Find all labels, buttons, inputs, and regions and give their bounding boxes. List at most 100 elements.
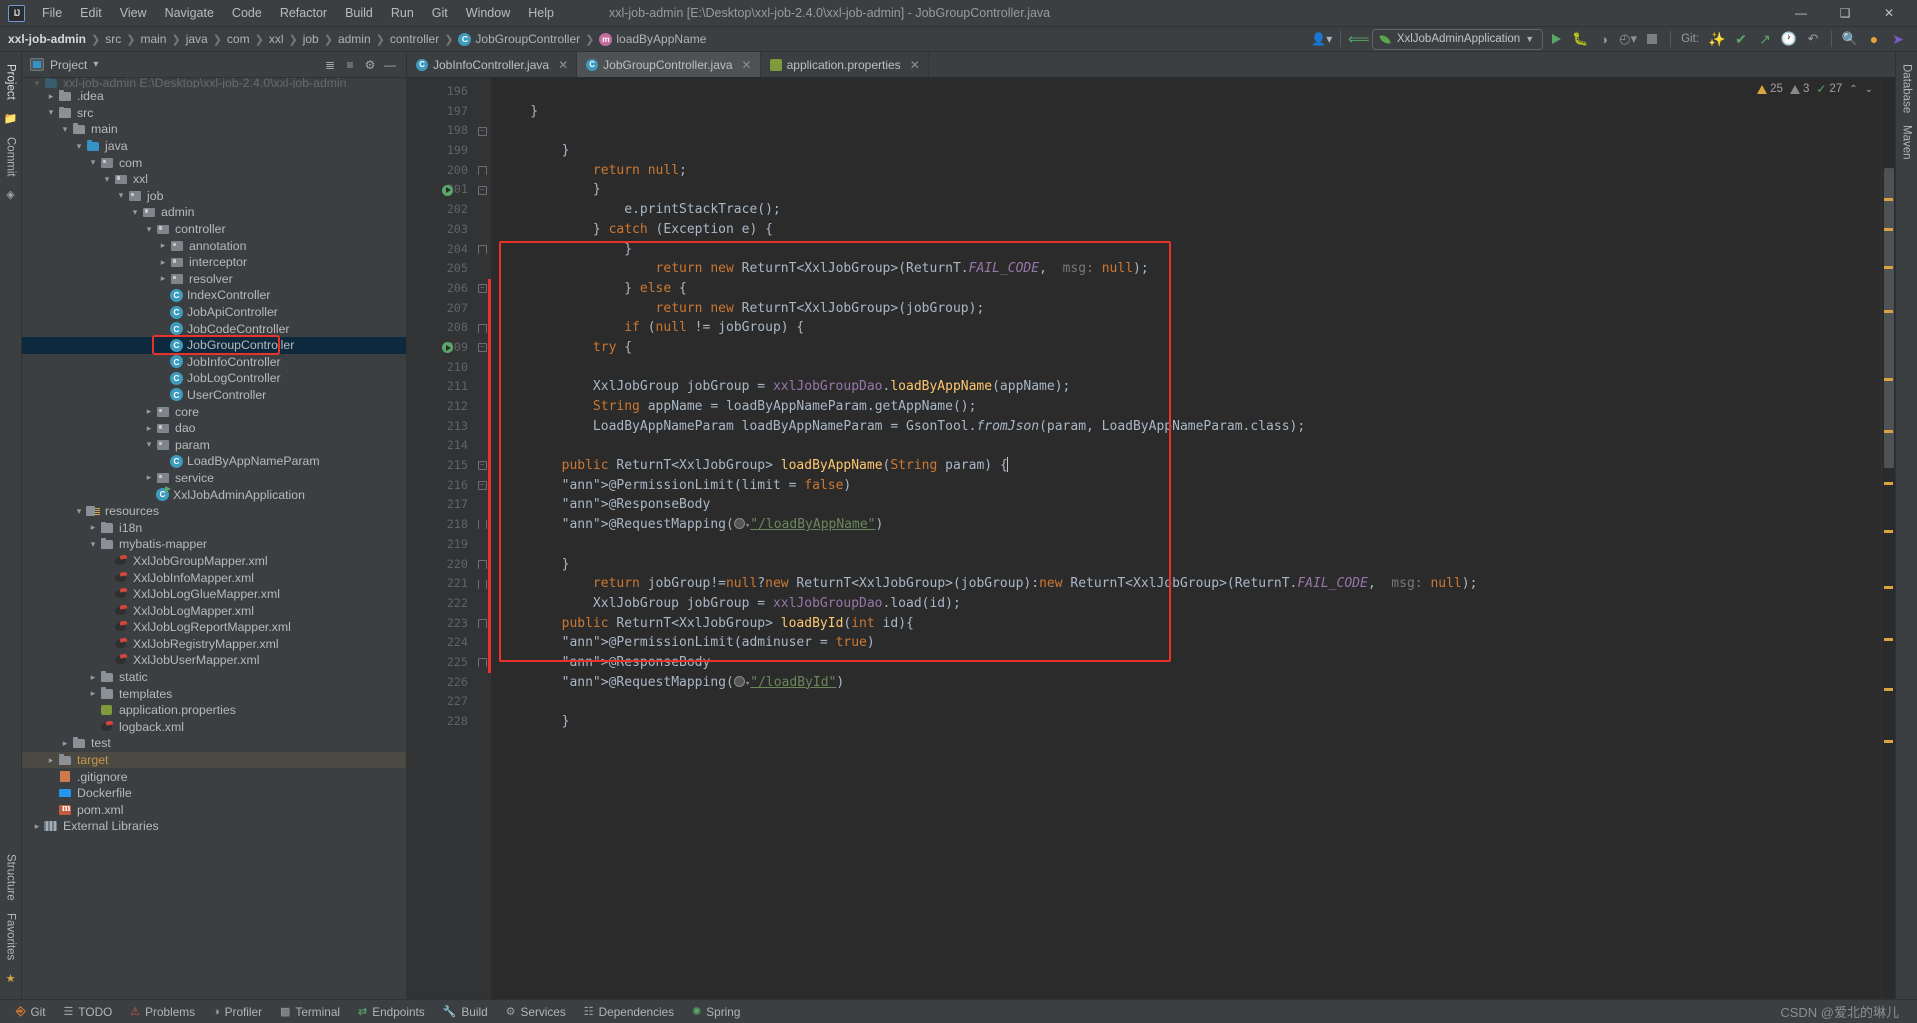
- code-line[interactable]: String appName = loadByAppNameParam.getA…: [491, 397, 1881, 417]
- tree-item-dao[interactable]: ▸ dao: [22, 420, 406, 437]
- notifications-icon[interactable]: ●: [1863, 29, 1885, 50]
- chevron-right-icon[interactable]: ▸: [58, 738, 72, 748]
- breadcrumb-src[interactable]: src: [105, 32, 121, 46]
- run-icon[interactable]: [1545, 29, 1567, 50]
- fold-end-icon[interactable]: [477, 618, 487, 628]
- menu-refactor[interactable]: Refactor: [271, 3, 336, 23]
- breadcrumb-java[interactable]: java: [186, 32, 208, 46]
- fold-end-icon[interactable]: [477, 323, 487, 333]
- code-line[interactable]: [491, 692, 1881, 712]
- tool-window-favorites[interactable]: Favorites: [5, 907, 17, 966]
- code-line[interactable]: e.printStackTrace();: [491, 200, 1881, 220]
- breadcrumb-main[interactable]: main: [140, 32, 166, 46]
- code-line[interactable]: [491, 82, 1881, 102]
- push-icon[interactable]: ↗: [1754, 29, 1776, 50]
- status-dependencies[interactable]: ☷ Dependencies: [576, 1003, 682, 1021]
- fold-collapse-icon[interactable]: −: [477, 185, 487, 195]
- profiler-icon[interactable]: ◴▾: [1617, 29, 1639, 50]
- tree-item-java[interactable]: ▾ java: [22, 138, 406, 155]
- code-editor[interactable]: } } return null; } e.printStackTrace(); …: [491, 78, 1881, 999]
- inspection-widget[interactable]: 25 3 ✓ 27 ⌃ ⌄: [1749, 78, 1881, 100]
- tree-item-resolver[interactable]: ▸ resolver: [22, 271, 406, 288]
- status-services[interactable]: ⚙ Services: [498, 1003, 574, 1021]
- tree-item-admin[interactable]: ▾ admin: [22, 204, 406, 221]
- chevron-down-icon[interactable]: ▾: [72, 506, 86, 516]
- code-line[interactable]: "ann">@ResponseBody: [491, 495, 1881, 515]
- tree-item-jobapicontroller[interactable]: C JobApiController: [22, 304, 406, 321]
- chevron-down-icon[interactable]: ▾: [86, 158, 100, 167]
- stop-icon[interactable]: [1641, 29, 1663, 50]
- code-line[interactable]: }: [491, 555, 1881, 575]
- tree-item-mybatis-mapper[interactable]: ▾ mybatis-mapper: [22, 536, 406, 553]
- tree-item-xxljoblogreportmapper-xml[interactable]: XxlJobLogReportMapper.xml: [22, 619, 406, 636]
- run-gutter-icon[interactable]: [442, 184, 453, 196]
- chevron-right-icon[interactable]: ▸: [142, 407, 156, 416]
- fold-collapse-icon[interactable]: −: [477, 481, 487, 491]
- hide-panel-icon[interactable]: —: [380, 55, 400, 75]
- code-line[interactable]: "ann">@PermissionLimit(limit = false): [491, 476, 1881, 496]
- code-line[interactable]: return new ReturnT<XxlJobGroup>(ReturnT.…: [491, 259, 1881, 279]
- tree-item-com[interactable]: ▾ com: [22, 154, 406, 171]
- fold-marker-slot[interactable]: [473, 712, 491, 732]
- code-line[interactable]: "ann">@RequestMapping(▾"/loadByAppName"): [491, 515, 1881, 535]
- minimize-button[interactable]: —: [1779, 0, 1823, 26]
- status-spring[interactable]: ✺ Spring: [684, 1003, 748, 1021]
- status-todo[interactable]: ☰ TODO: [56, 1003, 121, 1021]
- code-line[interactable]: "ann">@PermissionLimit(adminuser = true): [491, 633, 1881, 653]
- fold-end-icon[interactable]: [477, 166, 487, 176]
- tree-item-dockerfile[interactable]: Dockerfile: [22, 785, 406, 802]
- folder-icon[interactable]: 📁: [4, 112, 18, 125]
- tree-item-main[interactable]: ▾ main: [22, 121, 406, 138]
- breadcrumb-controller[interactable]: controller: [390, 32, 439, 46]
- tree-item-indexcontroller[interactable]: C IndexController: [22, 287, 406, 304]
- status-endpoints[interactable]: ⇄ Endpoints: [350, 1003, 433, 1021]
- status-build[interactable]: 🔧 Build: [435, 1003, 496, 1021]
- fold-marker-slot[interactable]: [473, 673, 491, 693]
- tree-item-src[interactable]: ▾ src: [22, 105, 406, 122]
- fold-collapse-icon[interactable]: −: [477, 284, 487, 294]
- tree-item-param[interactable]: ▾ param: [22, 436, 406, 453]
- status-git[interactable]: ⎆ Git: [8, 1002, 54, 1021]
- menu-edit[interactable]: Edit: [71, 3, 111, 23]
- tree-item-xxl-job-admin-e-desktop-xxl-job-2-4-0-xxl-job-admin[interactable]: ▾ xxl-job-admin E:\Desktop\xxl-job-2.4.0\…: [22, 78, 406, 88]
- tree-item-gitignore[interactable]: .gitignore: [22, 768, 406, 785]
- tree-item-loadbyappnameparam[interactable]: C LoadByAppNameParam: [22, 453, 406, 470]
- tree-item-job[interactable]: ▾ job: [22, 188, 406, 205]
- settings-gear-icon[interactable]: ⚙: [360, 55, 380, 75]
- tab-close-icon[interactable]: ✕: [742, 58, 752, 72]
- star-icon[interactable]: ★: [6, 972, 16, 985]
- chevron-right-icon[interactable]: ▸: [44, 755, 58, 765]
- chevron-right-icon[interactable]: ▸: [30, 821, 44, 831]
- code-line[interactable]: } else {: [491, 279, 1881, 299]
- editor-scrollbar-thumb[interactable]: [1884, 168, 1894, 468]
- code-line[interactable]: [491, 535, 1881, 555]
- menu-build[interactable]: Build: [336, 3, 382, 23]
- typo-badge[interactable]: ✓ 27: [1816, 82, 1842, 96]
- code-line[interactable]: return new ReturnT<XxlJobGroup>(jobGroup…: [491, 299, 1881, 319]
- tree-item-jobcodecontroller[interactable]: C JobCodeController: [22, 320, 406, 337]
- chevron-right-icon[interactable]: ▸: [156, 241, 170, 250]
- run-configuration-selector[interactable]: XxlJobAdminApplication ▼: [1371, 28, 1544, 50]
- expand-all-icon[interactable]: ≣: [320, 55, 340, 75]
- fold-mid-icon[interactable]: [477, 579, 487, 589]
- chevron-down-icon[interactable]: ▾: [142, 440, 156, 449]
- tab-jobinfocontroller[interactable]: C JobInfoController.java ✕: [407, 52, 578, 77]
- code-line[interactable]: public ReturnT<XxlJobGroup> loadById(int…: [491, 614, 1881, 634]
- tree-item-xxljobusermapper-xml[interactable]: XxlJobUserMapper.xml: [22, 652, 406, 669]
- tree-item-xxljoblogmapper-xml[interactable]: XxlJobLogMapper.xml: [22, 602, 406, 619]
- code-line[interactable]: [491, 358, 1881, 378]
- code-line[interactable]: }: [491, 180, 1881, 200]
- menu-file[interactable]: File: [33, 3, 71, 23]
- web-mapping-icon[interactable]: [733, 518, 745, 530]
- tab-jobgroupcontroller[interactable]: C JobGroupController.java ✕: [577, 52, 761, 77]
- tree-item-templates[interactable]: ▸ templates: [22, 685, 406, 702]
- code-folding-column[interactable]: − − − − − −: [473, 78, 491, 999]
- tree-item-pom-xml[interactable]: pom.xml: [22, 802, 406, 819]
- tree-item-idea[interactable]: ▸ .idea: [22, 88, 406, 105]
- tree-item-test[interactable]: ▸ test: [22, 735, 406, 752]
- fold-mid-icon[interactable]: [477, 520, 487, 530]
- menu-navigate[interactable]: Navigate: [156, 3, 223, 23]
- fold-marker-slot[interactable]: [473, 141, 491, 161]
- tree-item-jobgroupcontroller[interactable]: C JobGroupController: [22, 336, 406, 354]
- weak-warning-badge[interactable]: 3: [1789, 83, 1809, 95]
